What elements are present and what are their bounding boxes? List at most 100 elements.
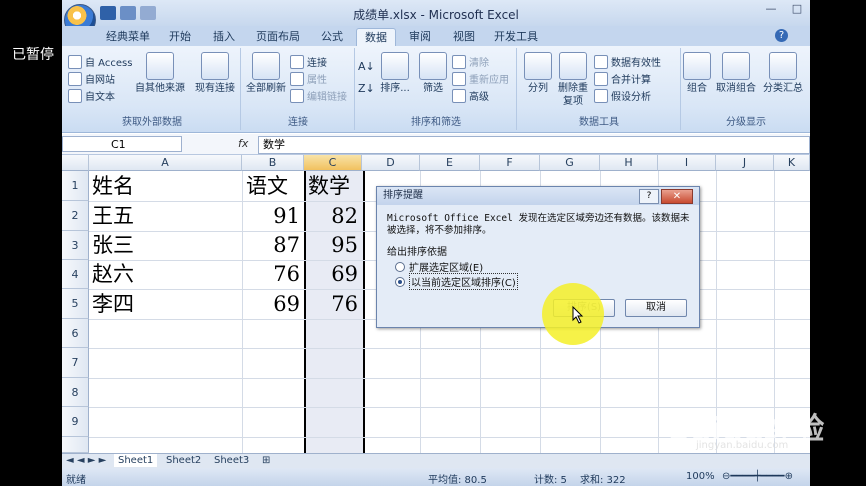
tab-formulas[interactable]: 公式 (314, 28, 350, 46)
help-icon[interactable]: ? (775, 29, 788, 42)
dialog-close-icon[interactable]: ✕ (661, 189, 693, 204)
group-button[interactable]: 组合 (682, 52, 712, 95)
minimize-icon[interactable]: — (758, 2, 784, 18)
cancel-button[interactable]: 取消 (625, 299, 687, 317)
what-if-button[interactable]: 假设分析 (594, 88, 651, 103)
cell-a3[interactable]: 张三 (92, 231, 134, 259)
row-header-3[interactable]: 3 (62, 231, 89, 260)
web-icon (68, 71, 82, 86)
col-header-i[interactable]: I (658, 155, 716, 171)
clear-button[interactable]: 清除 (452, 54, 489, 69)
other-sources-button[interactable]: 自其他来源 (132, 52, 188, 95)
watermark-url: jingyan.baidu.com (696, 440, 789, 451)
col-header-a[interactable]: A (89, 155, 242, 171)
cell-b3[interactable]: 87 (246, 231, 300, 259)
expand-selection-option[interactable]: 扩展选定区域(E) (395, 259, 483, 274)
tab-home[interactable]: 开始 (162, 28, 198, 46)
current-selection-label: 以当前选定区域排序(C) (409, 273, 518, 290)
text-to-columns-button[interactable]: 分列 (522, 52, 554, 95)
consolidate-button[interactable]: 合并计算 (594, 71, 651, 86)
col-header-c[interactable]: C (304, 155, 362, 171)
cell-b4[interactable]: 76 (246, 260, 300, 288)
insert-sheet-icon[interactable]: ⊞ (262, 454, 270, 467)
row-header-9[interactable]: 9 (62, 407, 89, 437)
text-icon (68, 88, 82, 103)
select-all-corner[interactable] (62, 155, 89, 171)
zoom-slider[interactable]: ⊖━━━━┿━━━━⊕ (722, 471, 793, 482)
row-header-1[interactable]: 1 (62, 171, 89, 201)
col-header-b[interactable]: B (242, 155, 304, 171)
sheet-nav-icon[interactable]: ◄ ◄ ► ► (66, 454, 106, 467)
row-header-10[interactable] (62, 437, 89, 453)
ungroup-button[interactable]: 取消组合 (714, 52, 758, 95)
advanced-button[interactable]: 高级 (452, 88, 489, 103)
tab-review[interactable]: 审阅 (402, 28, 438, 46)
col-header-d[interactable]: D (362, 155, 420, 171)
edit-links-button[interactable]: 编辑链接 (290, 88, 347, 103)
current-selection-option[interactable]: 以当前选定区域排序(C) (395, 273, 518, 290)
existing-connections-button[interactable]: 现有连接 (192, 52, 238, 95)
row-header-6[interactable]: 6 (62, 319, 89, 348)
sheet-tab-2[interactable]: Sheet2 (166, 454, 201, 467)
cell-c5[interactable]: 76 (308, 290, 358, 318)
sort-asc-button[interactable]: A↓ (358, 60, 375, 73)
grid-line (89, 348, 810, 349)
formula-input[interactable]: 数学 (258, 136, 810, 154)
refresh-all-button[interactable]: 全部刷新 (244, 52, 288, 95)
cell-b2[interactable]: 91 (246, 202, 300, 230)
col-header-g[interactable]: G (540, 155, 600, 171)
col-header-h[interactable]: H (600, 155, 658, 171)
data-validation-button[interactable]: 数据有效性 (594, 54, 661, 69)
cell-c4[interactable]: 69 (308, 260, 358, 288)
subtotal-label: 分类汇总 (763, 83, 803, 94)
group-outline: 组合 取消组合 分类汇总 分级显示 (682, 48, 810, 130)
dialog-message: Microsoft Office Excel 发现在选定区域旁边还有数据。该数据… (387, 213, 690, 236)
row-header-8[interactable]: 8 (62, 378, 89, 407)
col-header-e[interactable]: E (420, 155, 480, 171)
validation-icon (594, 54, 608, 69)
subtotal-button[interactable]: 分类汇总 (760, 52, 806, 95)
other-sources-label: 自其他来源 (135, 83, 185, 94)
tab-developer[interactable]: 开发工具 (490, 28, 542, 46)
cell-a4[interactable]: 赵六 (92, 260, 134, 288)
cell-b5[interactable]: 69 (246, 290, 300, 318)
row-header-7[interactable]: 7 (62, 348, 89, 378)
ungroup-icon (722, 52, 750, 80)
from-access-button[interactable]: 自 Access (68, 54, 132, 69)
zoom-level[interactable]: 100% (686, 471, 715, 482)
sheet-tab-3[interactable]: Sheet3 (214, 454, 249, 467)
sort-button[interactable]: 排序... (378, 52, 412, 95)
tab-view[interactable]: 视图 (446, 28, 482, 46)
reapply-button[interactable]: 重新应用 (452, 71, 509, 86)
tab-classic-menu[interactable]: 经典菜单 (100, 28, 156, 46)
row-header-5[interactable]: 5 (62, 289, 89, 319)
cell-c3[interactable]: 95 (308, 231, 358, 259)
sort-desc-button[interactable]: Z↓ (358, 82, 375, 95)
properties-button[interactable]: 属性 (290, 71, 327, 86)
remove-duplicates-button[interactable]: 删除重复项 (556, 52, 590, 108)
from-text-button[interactable]: 自文本 (68, 88, 115, 103)
tab-page-layout[interactable]: 页面布局 (250, 28, 306, 46)
cell-b1[interactable]: 语文 (246, 172, 288, 200)
col-header-j[interactable]: J (716, 155, 774, 171)
filter-icon (419, 52, 447, 80)
name-box[interactable]: C1 (62, 136, 182, 152)
dialog-help-icon[interactable]: ? (639, 189, 659, 204)
cell-c1[interactable]: 数学 (308, 172, 350, 200)
row-header-4[interactable]: 4 (62, 260, 89, 289)
tab-data[interactable]: 数据 (356, 28, 396, 47)
col-header-f[interactable]: F (480, 155, 540, 171)
cell-a1[interactable]: 姓名 (92, 172, 134, 200)
cell-c2[interactable]: 82 (308, 202, 358, 230)
connections-button[interactable]: 连接 (290, 54, 327, 69)
cell-a5[interactable]: 李四 (92, 290, 134, 318)
col-header-k[interactable]: K (774, 155, 810, 171)
maximize-icon[interactable]: □ (784, 2, 810, 18)
row-header-2[interactable]: 2 (62, 201, 89, 231)
filter-button[interactable]: 筛选 (418, 52, 448, 95)
from-web-button[interactable]: 自网站 (68, 71, 115, 86)
fx-icon[interactable]: fx (238, 137, 248, 150)
tab-insert[interactable]: 插入 (206, 28, 242, 46)
cell-a2[interactable]: 王五 (92, 202, 134, 230)
sheet-tab-1[interactable]: Sheet1 (114, 454, 158, 467)
